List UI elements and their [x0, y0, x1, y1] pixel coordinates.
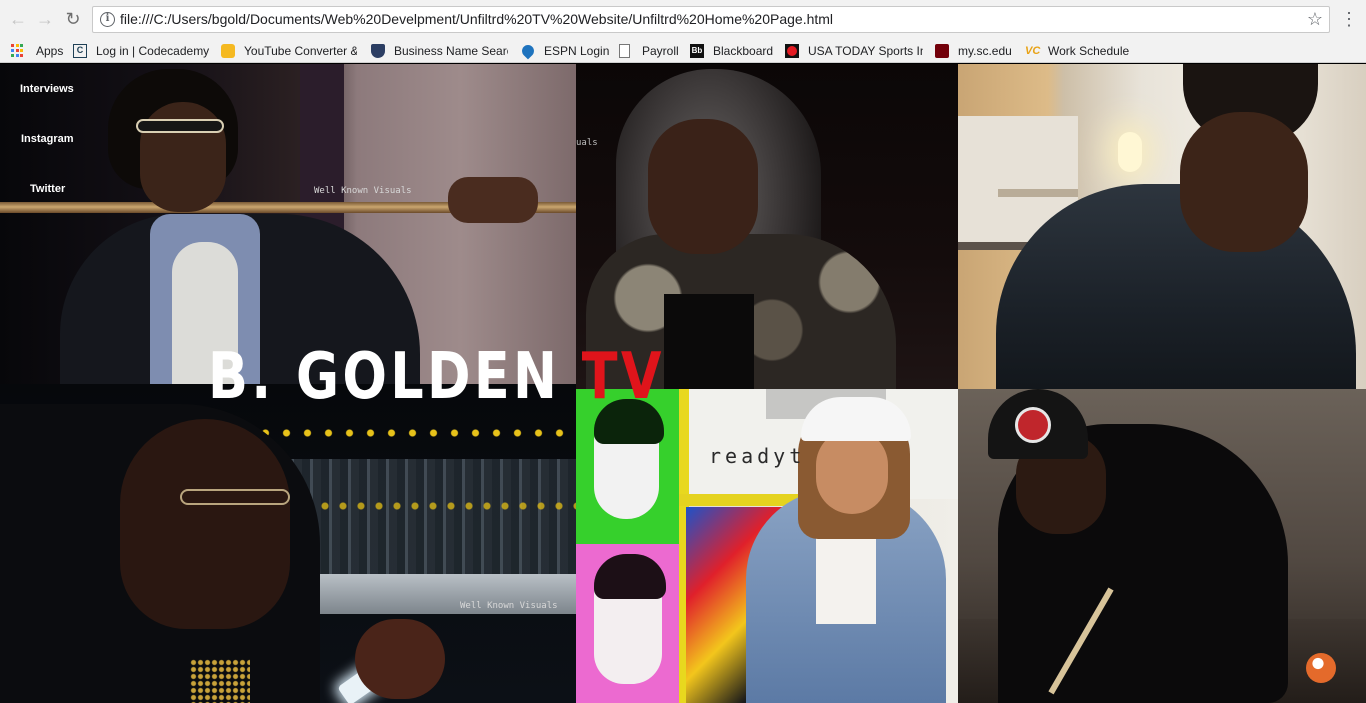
photo-watermark: uals	[576, 138, 598, 148]
nav-link-twitter[interactable]: Twitter	[30, 183, 65, 195]
bookmarks-bar: Apps C Log in | Codecademy YouTube Conve…	[0, 38, 1366, 63]
bookmark-usa-today[interactable]: USA TODAY Sports In	[785, 41, 923, 60]
bookmark-business-name[interactable]: Business Name Searc	[371, 41, 508, 60]
bookmark-codecademy[interactable]: C Log in | Codecademy	[73, 41, 210, 60]
site-title-accent: TV	[581, 340, 665, 414]
bookmark-label: USA TODAY Sports In	[808, 43, 923, 58]
bookmark-label: Work Schedule	[1048, 43, 1130, 58]
bookmark-espn-login[interactable]: ESPN Login	[521, 41, 609, 60]
photo-artist-pool-table	[958, 389, 1366, 703]
site-title-main: B. GOLDEN	[208, 340, 561, 414]
photo-artist-studio-phone: Well Known Visuals	[0, 384, 576, 703]
bookmark-label: Blackboard	[713, 43, 774, 58]
bookmark-blackboard[interactable]: Bb Blackboard	[690, 41, 773, 60]
photo-artist-sunglasses: Well Known Visuals	[0, 64, 576, 384]
reload-icon[interactable]: ↻	[63, 9, 83, 29]
codecademy-icon: C	[73, 43, 87, 58]
page-icon	[619, 43, 630, 58]
browser-toolbar: ← → ↻ i file:///C:/Users/bgold/Documents…	[0, 0, 1366, 38]
bookmark-label: Log in | Codecademy	[96, 43, 210, 58]
bookmark-apps[interactable]: Apps	[11, 41, 63, 60]
vc-icon: VC	[1025, 44, 1041, 57]
bookmark-label: ESPN Login	[544, 43, 610, 58]
photo-watermark: Well Known Visuals	[460, 601, 558, 611]
address-bar[interactable]: i file:///C:/Users/bgold/Documents/Web%2…	[92, 6, 1330, 33]
info-icon[interactable]: i	[100, 12, 115, 27]
usatoday-icon	[785, 43, 799, 58]
nav-link-interviews[interactable]: Interviews	[20, 83, 74, 95]
blackboard-icon: Bb	[690, 43, 704, 58]
sc-icon	[935, 43, 949, 58]
converter-icon	[221, 43, 235, 58]
bookmark-youtube-converter[interactable]: YouTube Converter &	[221, 41, 357, 60]
nav-link-instagram[interactable]: Instagram	[21, 133, 74, 145]
bookmark-label: YouTube Converter &	[244, 43, 357, 58]
forward-arrow-icon[interactable]: →	[35, 9, 55, 29]
poster-text: readyt	[709, 444, 806, 468]
bookmark-label: Apps	[36, 43, 64, 58]
drop-icon	[521, 42, 537, 59]
bookmark-payroll[interactable]: Payroll	[619, 41, 679, 60]
photo-watermark: Well Known Visuals	[314, 186, 412, 196]
photo-woman-white-cap: readyt ls	[576, 389, 958, 703]
site-title: B. GOLDEN TV	[208, 342, 665, 412]
browser-menu-icon[interactable]: ⋮	[1340, 8, 1358, 30]
apps-icon	[11, 44, 24, 57]
bookmark-my-sc-edu[interactable]: my.sc.edu	[935, 41, 1012, 60]
bookmark-label: Payroll	[642, 43, 679, 58]
page-content: Well Known Visuals uals Well Known Visua…	[0, 64, 1366, 703]
bookmark-label: my.sc.edu	[958, 43, 1012, 58]
bookmark-star-icon[interactable]: ☆	[1307, 9, 1323, 30]
bookmark-work-schedule[interactable]: VC Work Schedule	[1025, 41, 1129, 60]
url-text[interactable]: file:///C:/Users/bgold/Documents/Web%20D…	[120, 11, 833, 27]
back-arrow-icon[interactable]: ←	[8, 9, 28, 29]
photo-artist-bomber-jacket	[958, 64, 1366, 389]
bookmark-label: Business Name Searc	[394, 43, 508, 58]
shield-icon	[371, 43, 385, 58]
